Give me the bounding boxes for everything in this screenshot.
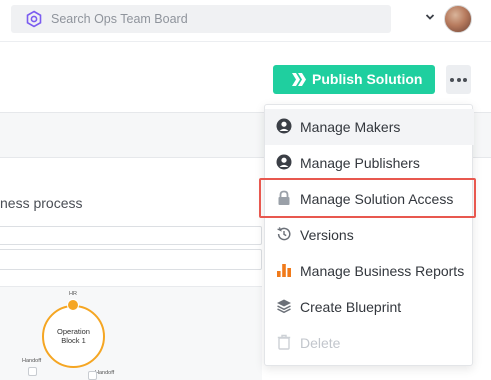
lock-icon: [278, 190, 290, 205]
bar-chart-icon: [277, 264, 291, 277]
form-field[interactable]: [0, 226, 262, 245]
operation-block-label-line1: Operation: [57, 327, 90, 336]
menu-item-delete[interactable]: Delete: [265, 325, 474, 361]
double-chevron-right-icon: [292, 73, 306, 86]
handoff-label: Handoff: [22, 358, 42, 364]
top-bar: Search Ops Team Board: [0, 0, 491, 42]
operation-block-label: Operation Block 1: [42, 327, 105, 345]
more-dot-icon: [463, 78, 467, 82]
person-icon: [276, 154, 292, 170]
menu-item-manage-makers[interactable]: Manage Makers: [265, 109, 474, 145]
diagram-canvas[interactable]: [0, 286, 262, 380]
menu-item-label: Manage Publishers: [300, 155, 420, 171]
chevron-down-icon[interactable]: [425, 12, 435, 22]
menu-item-label: Create Blueprint: [300, 299, 402, 315]
menu-item-label: Delete: [300, 335, 341, 351]
more-dot-icon: [450, 78, 454, 82]
more-options-button[interactable]: [446, 65, 471, 94]
more-options-menu: Manage Makers Manage Publishers Manage S…: [264, 104, 474, 366]
menu-item-label: Manage Business Reports: [300, 263, 465, 279]
person-badge-icon: [67, 299, 79, 311]
menu-item-versions[interactable]: Versions: [265, 217, 474, 253]
publish-solution-button[interactable]: Publish Solution: [273, 65, 435, 94]
badge-label: HR: [69, 291, 77, 297]
handoff-node[interactable]: [88, 371, 97, 380]
trash-icon: [277, 334, 291, 350]
history-icon: [277, 227, 291, 241]
avatar[interactable]: [444, 5, 472, 33]
menu-item-manage-solution-access[interactable]: Manage Solution Access: [265, 181, 474, 217]
menu-item-manage-business-reports[interactable]: Manage Business Reports: [265, 253, 474, 289]
person-icon: [276, 118, 292, 134]
menu-item-label: Manage Makers: [300, 119, 401, 135]
search-input[interactable]: Search Ops Team Board: [51, 12, 188, 26]
search-bar[interactable]: Search Ops Team Board: [11, 5, 391, 33]
brand-logo-icon: [26, 10, 42, 28]
menu-item-label: Versions: [300, 227, 354, 243]
description-text: ness process: [0, 195, 83, 211]
menu-item-label: Manage Solution Access: [300, 191, 454, 207]
handoff-label: Handoff: [95, 370, 115, 376]
menu-item-create-blueprint[interactable]: Create Blueprint: [265, 289, 474, 325]
more-dot-icon: [456, 78, 461, 82]
operation-block-label-line2: Block 1: [61, 336, 86, 345]
layers-icon: [277, 299, 291, 314]
publish-solution-label: Publish Solution: [312, 71, 423, 87]
handoff-node[interactable]: [28, 367, 37, 376]
menu-item-manage-publishers[interactable]: Manage Publishers: [265, 145, 474, 181]
form-field[interactable]: [0, 249, 262, 270]
